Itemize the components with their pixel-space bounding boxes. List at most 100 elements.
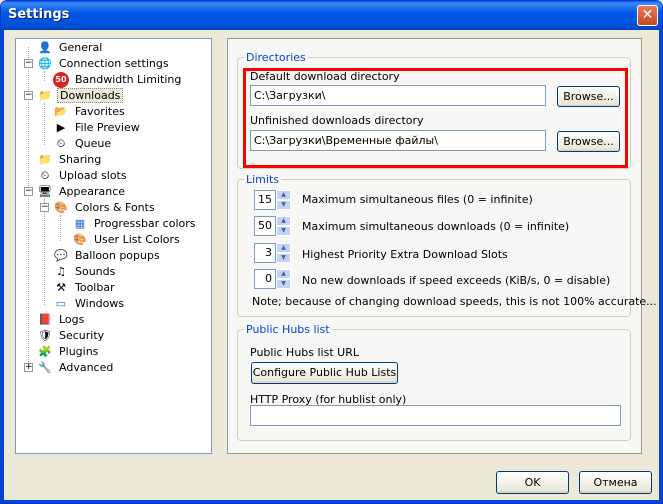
window-frame-bottom	[1, 500, 662, 503]
extra-slots-label: Highest Priority Extra Download Slots	[302, 248, 508, 261]
cancel-button[interactable]: Отмена	[579, 471, 652, 494]
spin-down-icon[interactable]: ▼	[276, 200, 291, 210]
spin-up-icon[interactable]: ▲	[276, 216, 291, 226]
speed-limit-spin-buttons[interactable]: ▲ ▼	[276, 269, 291, 289]
tree-item-label: Appearance	[59, 185, 126, 198]
tree-item-label: Toolbar	[75, 281, 115, 294]
expand-advanced-toggle[interactable]: +	[24, 363, 33, 372]
public-hubs-legend: Public Hubs list	[246, 323, 330, 336]
spin-down-icon[interactable]: ▼	[276, 279, 291, 289]
shield-icon: 🛡	[38, 329, 52, 342]
tree-item-label: Plugins	[59, 345, 99, 358]
tree-item-downloads[interactable]: 📁 Downloads	[37, 88, 124, 104]
favorites-folder-icon: 📂	[54, 105, 68, 118]
extra-slots-spin-buttons[interactable]: ▲ ▼	[276, 243, 291, 263]
limits-legend: Limits	[246, 173, 279, 186]
speed-limit-spinner[interactable]: 0	[254, 269, 276, 289]
tree-item-file-preview[interactable]: ▶ File Preview	[53, 120, 142, 136]
upload-slots-icon: ⏲	[40, 169, 50, 182]
tree-item-windows[interactable]: ▭ Windows	[53, 296, 126, 312]
tree-item-label: Bandwidth Limiting	[75, 73, 182, 86]
tree-item-advanced[interactable]: 🔧 Advanced	[37, 360, 115, 376]
window-frame-right	[659, 30, 662, 503]
tree-item-label: Sharing	[59, 153, 102, 166]
max-downloads-label: Maximum simultaneous downloads (0 = infi…	[302, 220, 570, 233]
max-downloads-spinner[interactable]: 50	[254, 216, 276, 236]
max-files-spin-buttons[interactable]: ▲ ▼	[276, 190, 291, 210]
tree-item-connection-settings[interactable]: 🌐 Connection settings	[37, 56, 171, 72]
close-button[interactable]: ✕	[637, 5, 658, 26]
speed-limit-icon: 50	[53, 72, 69, 88]
globe-icon: 🌐	[38, 57, 52, 70]
windows-icon: ▭	[55, 297, 67, 310]
tree-guide	[44, 103, 45, 145]
spin-down-icon[interactable]: ▼	[276, 253, 291, 263]
collapse-connection-toggle[interactable]: −	[24, 59, 33, 68]
configure-public-hub-lists-button[interactable]: Configure Public Hub Lists	[251, 362, 398, 384]
tree-item-plugins[interactable]: 🧩 Plugins	[37, 344, 100, 360]
tree-item-label: Upload slots	[59, 169, 127, 182]
hubs-url-label: Public Hubs list URL	[250, 346, 359, 359]
tree-item-general[interactable]: 👤 General	[37, 40, 104, 56]
tree-guide	[60, 215, 61, 241]
tree-item-sounds[interactable]: ♫ Sounds	[53, 264, 117, 280]
spin-up-icon[interactable]: ▲	[276, 190, 291, 200]
spin-up-icon[interactable]: ▲	[276, 269, 291, 279]
tree-item-appearance[interactable]: 🖥 Appearance	[37, 184, 127, 200]
tree-item-logs[interactable]: 📕 Logs	[37, 312, 86, 328]
download-folder-icon: 📁	[38, 89, 52, 102]
sounds-icon: ♫	[56, 265, 66, 278]
max-files-label: Maximum simultaneous files (0 = infinite…	[302, 193, 533, 206]
tree-item-label: Progressbar colors	[94, 217, 196, 230]
palette-icon: 🎨	[54, 201, 68, 214]
tree-item-colors-fonts[interactable]: 🎨 Colors & Fonts	[53, 200, 157, 216]
tree-item-sharing[interactable]: 📁 Sharing	[37, 152, 103, 168]
puzzle-icon: 🧩	[38, 345, 52, 358]
collapse-appearance-toggle[interactable]: −	[24, 187, 33, 196]
tree-item-bandwidth-limiting[interactable]: 50 Bandwidth Limiting	[53, 72, 183, 88]
extra-slots-spinner[interactable]: 3	[254, 243, 276, 263]
tree-item-label: Security	[59, 329, 105, 342]
tree-item-user-list-colors[interactable]: 🎨 User List Colors	[72, 232, 182, 248]
tree-item-upload-slots[interactable]: ⏲ Upload slots	[37, 168, 129, 184]
tree-item-label: Advanced	[59, 361, 114, 374]
max-downloads-spin-buttons[interactable]: ▲ ▼	[276, 216, 291, 236]
logs-icon: 📕	[38, 313, 52, 326]
balloon-icon: 💬	[54, 249, 68, 262]
tree-item-label: Sounds	[75, 265, 116, 278]
title-bar[interactable]: Settings ✕	[1, 1, 662, 30]
tree-item-balloon-popups[interactable]: 💬 Balloon popups	[53, 248, 162, 264]
tree-item-toolbar[interactable]: ⚒ Toolbar	[53, 280, 117, 296]
tree-item-label: User List Colors	[94, 233, 180, 246]
tree-item-label: Favorites	[75, 105, 125, 118]
limits-note: Note; because of changing download speed…	[252, 295, 657, 308]
tree-item-label: File Preview	[75, 121, 140, 134]
spin-down-icon[interactable]: ▼	[276, 226, 291, 236]
user-icon: 👤	[38, 41, 52, 54]
tree-item-label: Logs	[59, 313, 85, 326]
tree-guide	[44, 71, 45, 81]
directories-legend: Directories	[246, 51, 306, 64]
preview-icon: ▶	[56, 121, 66, 134]
ok-button[interactable]: OK	[496, 471, 569, 494]
spin-up-icon[interactable]: ▲	[276, 243, 291, 253]
settings-window: Settings ✕ − − − − + 👤 General 🌐 Connectio…	[0, 0, 663, 504]
highlight-frame	[243, 68, 628, 168]
collapse-colors-toggle[interactable]: −	[40, 203, 49, 212]
tree-item-favorites[interactable]: 📂 Favorites	[53, 104, 127, 120]
tree-guide	[44, 199, 45, 305]
tree-item-label: Windows	[75, 297, 125, 310]
tree-item-progressbar-colors[interactable]: ▦ Progressbar colors	[72, 216, 198, 232]
user-list-colors-icon: 🎨	[73, 233, 87, 246]
progressbar-icon: ▦	[74, 217, 86, 230]
max-files-spinner[interactable]: 15	[254, 190, 276, 210]
settings-tree[interactable]: − − − − + 👤 General 🌐 Connection settings …	[15, 38, 212, 454]
collapse-downloads-toggle[interactable]: −	[24, 91, 33, 100]
http-proxy-field[interactable]	[250, 405, 621, 426]
tree-item-label: General	[59, 41, 103, 54]
tree-item-label: Downloads	[57, 88, 124, 103]
tree-item-security[interactable]: 🛡 Security	[37, 328, 106, 344]
tree-item-queue[interactable]: ⏲ Queue	[53, 136, 113, 152]
sharing-icon: 📁	[38, 153, 52, 166]
advanced-icon: 🔧	[38, 361, 52, 374]
